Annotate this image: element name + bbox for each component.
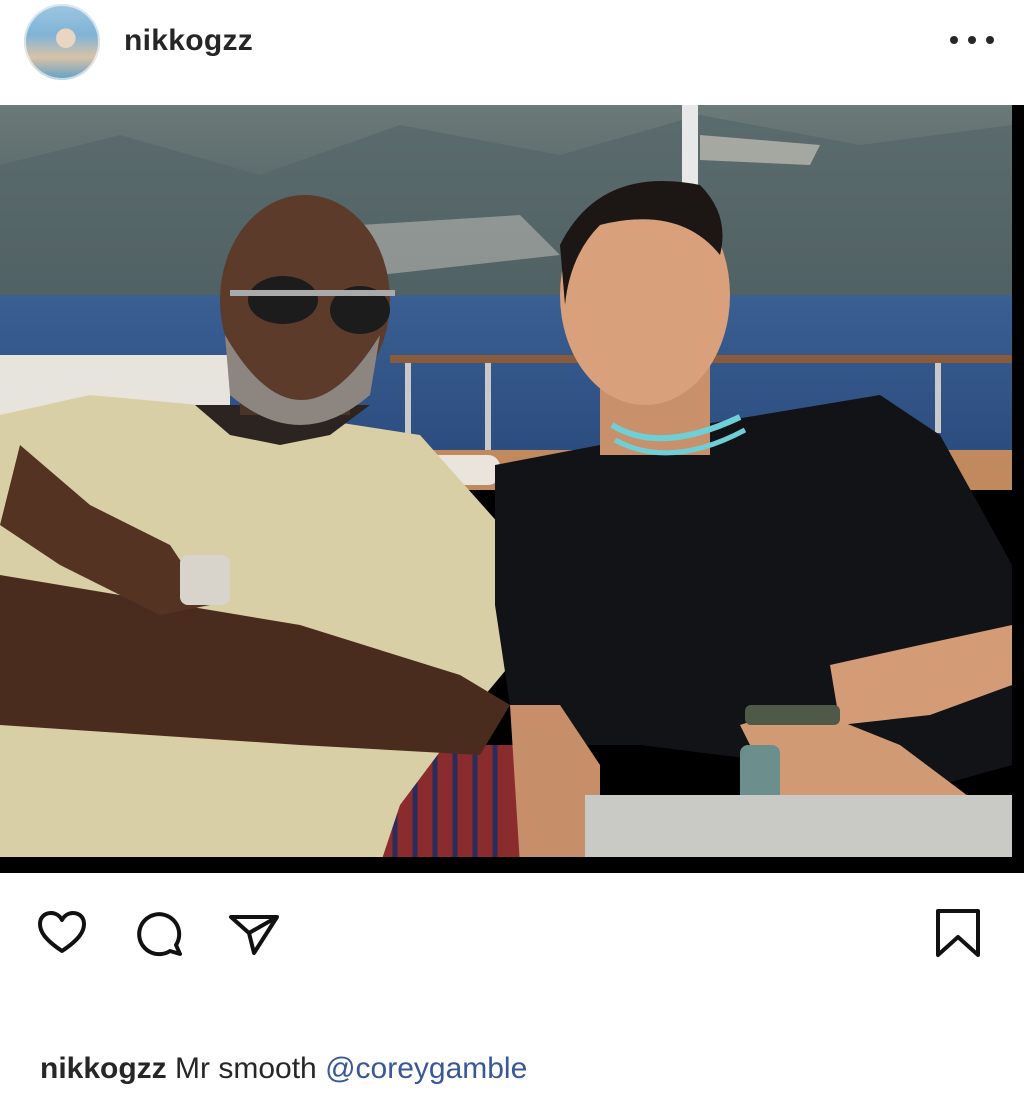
more-horizontal-icon xyxy=(950,36,958,44)
post-photo[interactable] xyxy=(0,105,1024,873)
send-icon xyxy=(229,915,279,955)
user-avatar[interactable] xyxy=(24,4,100,80)
caption-text: Mr smooth xyxy=(175,1052,317,1085)
comment-button[interactable] xyxy=(130,905,186,961)
post-username[interactable]: nikkogzz xyxy=(124,24,253,58)
more-options-button[interactable] xyxy=(950,28,994,52)
like-button[interactable] xyxy=(34,905,90,961)
share-button[interactable] xyxy=(226,905,282,961)
caption-mention[interactable]: @coreygamble xyxy=(325,1052,527,1085)
save-button[interactable] xyxy=(930,905,986,961)
caption-username[interactable]: nikkogzz xyxy=(40,1052,167,1085)
more-dot xyxy=(968,36,976,44)
comment-icon xyxy=(137,912,182,957)
photo-illustration xyxy=(0,105,1024,873)
post-caption: nikkogzz Mr smooth @coreygamble xyxy=(40,1052,527,1086)
bookmark-icon xyxy=(936,909,980,957)
post-actions-bar xyxy=(0,895,1024,965)
post-header: nikkogzz xyxy=(0,0,1024,90)
heart-icon xyxy=(38,911,86,953)
more-dot xyxy=(986,36,994,44)
